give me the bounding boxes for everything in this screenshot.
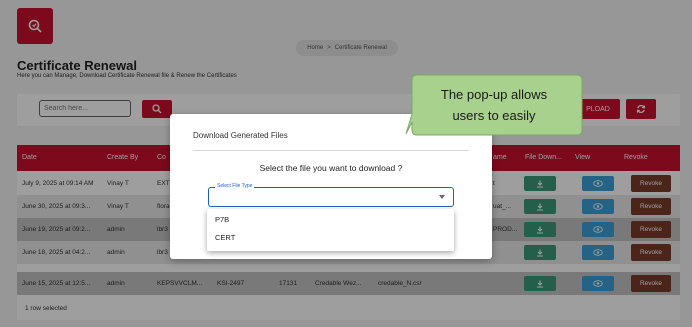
dropdown-arrow-icon[interactable] xyxy=(439,195,445,199)
file-type-select[interactable]: Select File Type xyxy=(208,183,454,207)
callout-line-2: users to easily xyxy=(452,108,536,123)
callout-line-1: The pop-up allows xyxy=(440,87,548,102)
dialog-title: Download Generated Files xyxy=(193,131,288,140)
file-type-options: P7B CERT xyxy=(207,209,454,251)
option-cert[interactable]: CERT xyxy=(215,233,235,242)
file-type-label: Select File Type xyxy=(215,183,255,189)
callout-text: The pop-up allows users to easily xyxy=(405,84,583,126)
option-p7b[interactable]: P7B xyxy=(215,215,229,224)
dialog-question: Select the file you want to download ? xyxy=(259,163,403,173)
dialog-divider xyxy=(193,150,469,151)
